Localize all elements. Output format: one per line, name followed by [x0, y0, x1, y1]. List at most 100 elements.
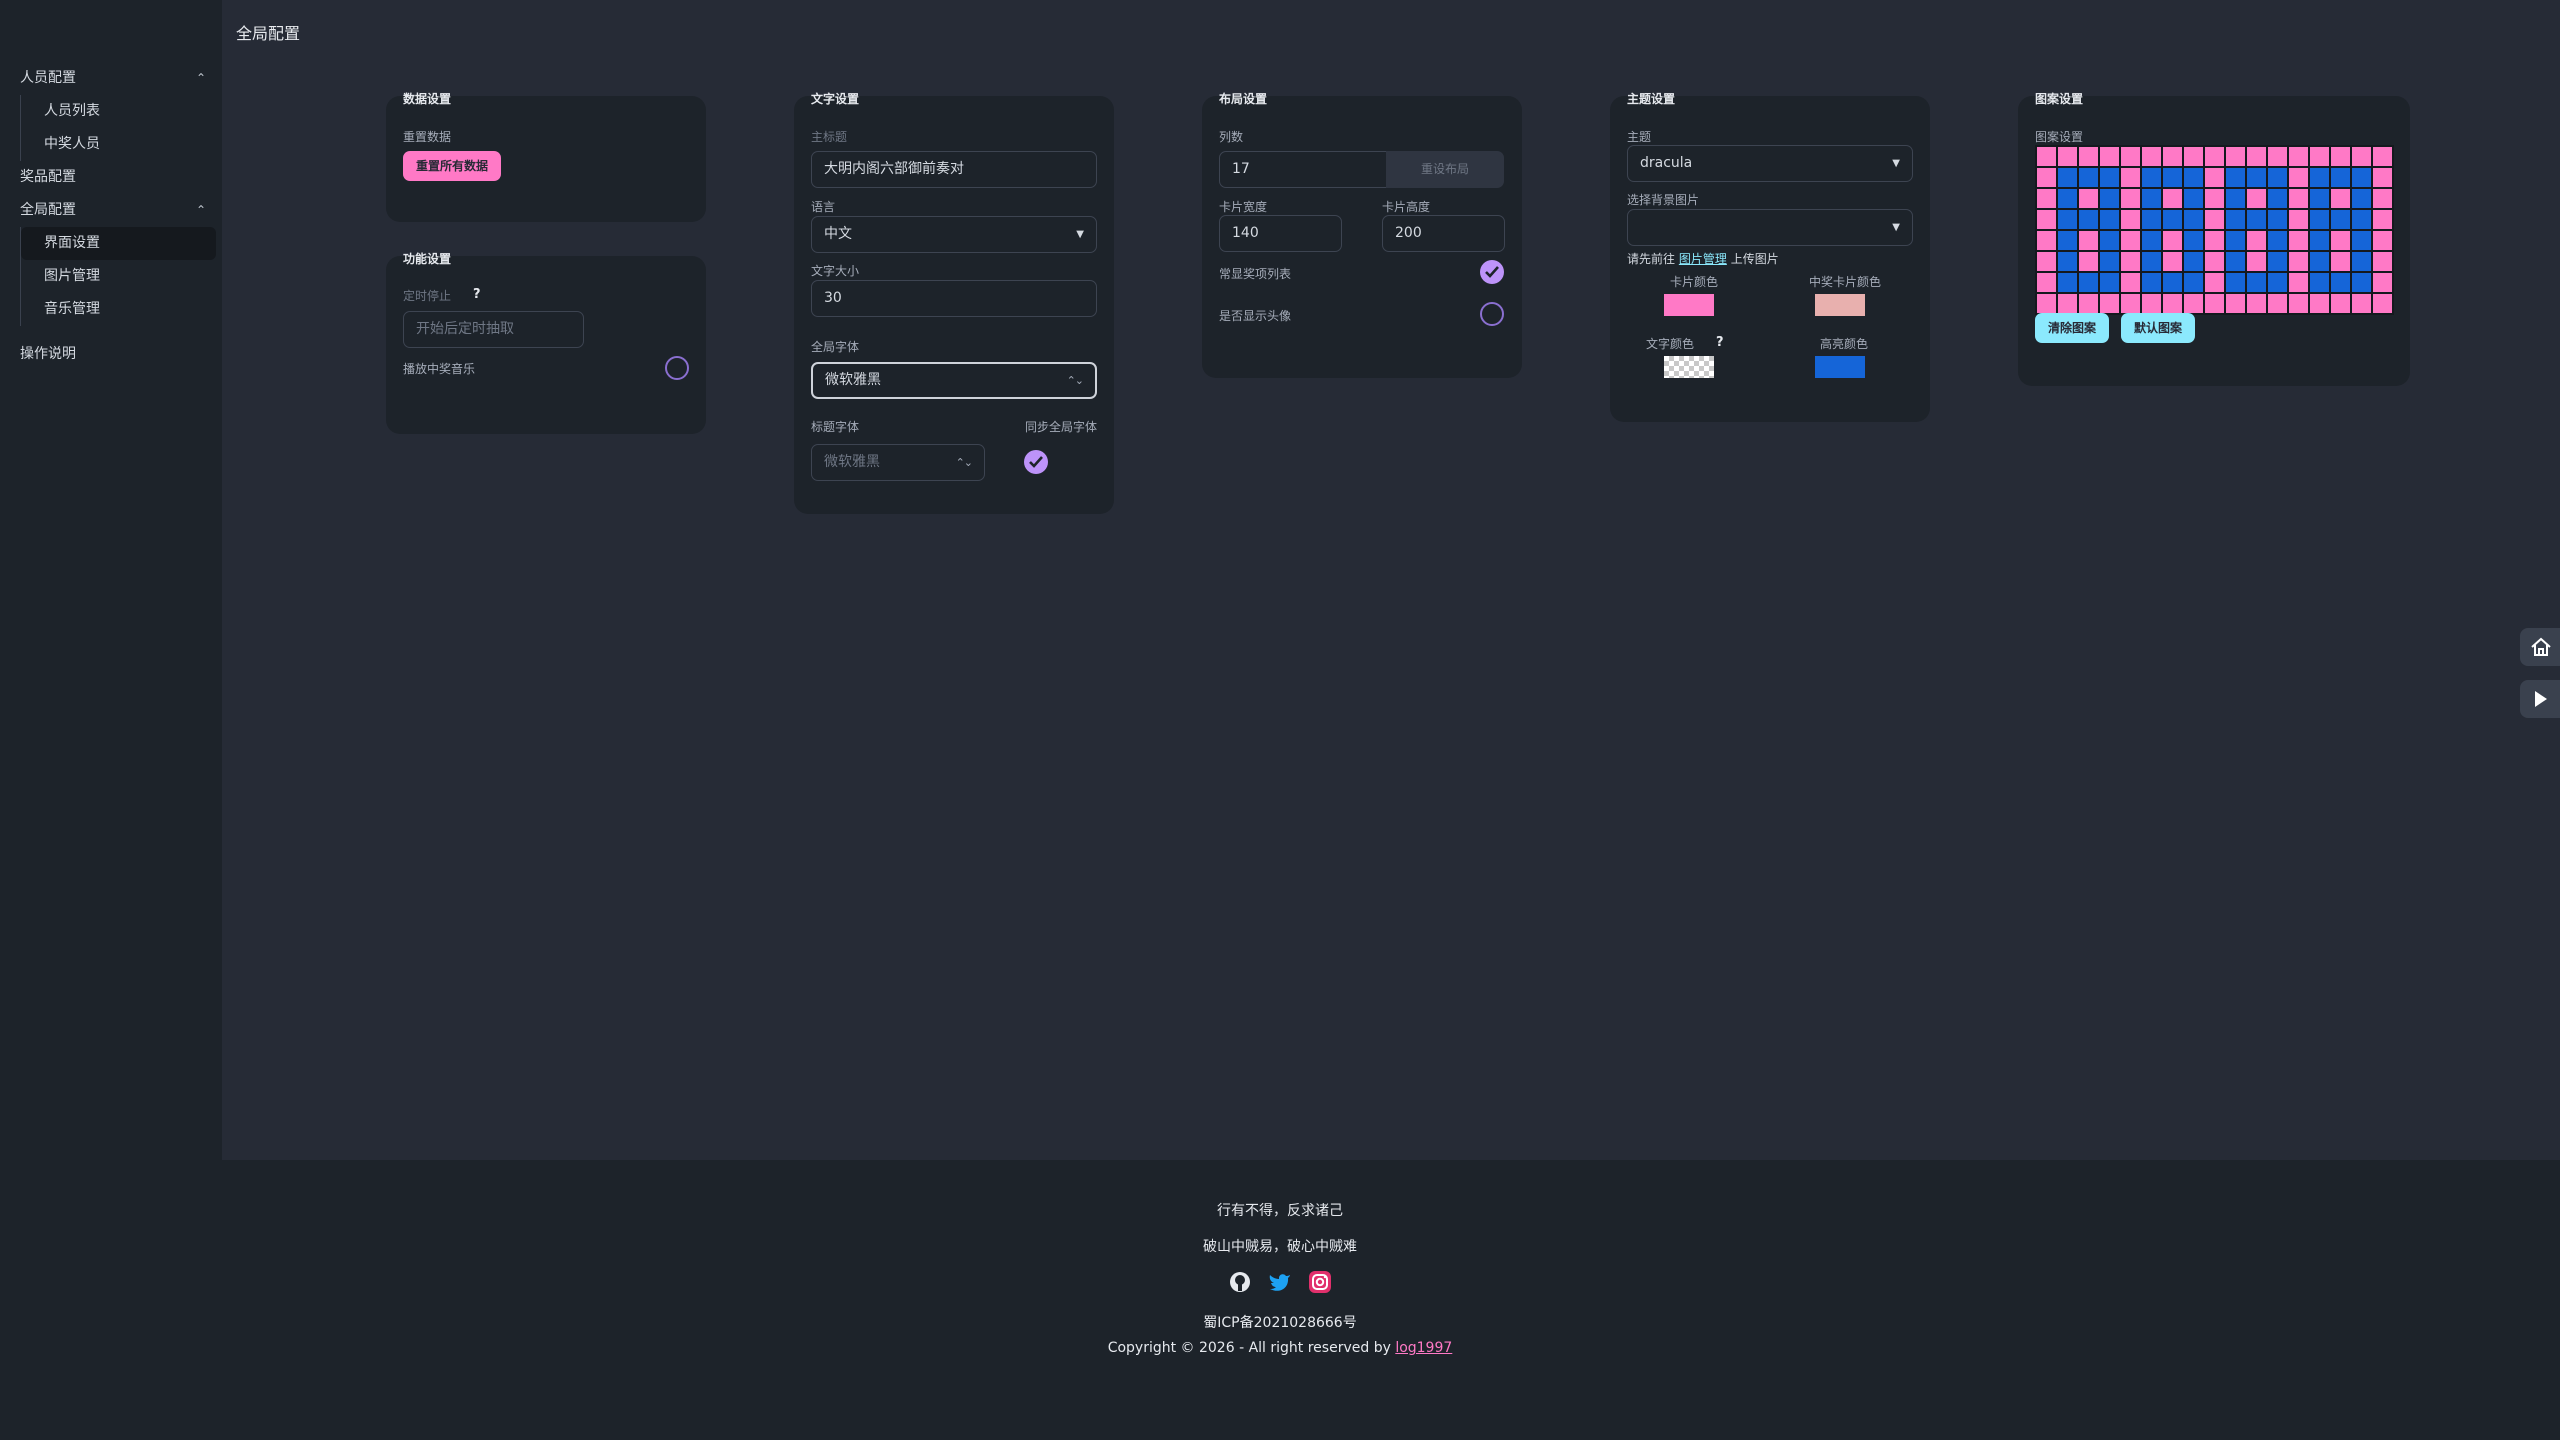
pattern-cell[interactable] [2141, 293, 2162, 314]
author-link[interactable]: log1997 [1395, 1340, 1452, 1356]
pattern-cell[interactable] [2162, 188, 2183, 209]
pattern-cell[interactable] [2099, 209, 2120, 230]
pattern-cell[interactable] [2267, 293, 2288, 314]
pattern-cell[interactable] [2225, 293, 2246, 314]
pattern-cell[interactable] [2246, 272, 2267, 293]
pattern-cell[interactable] [2120, 293, 2141, 314]
pattern-cell[interactable] [2372, 188, 2393, 209]
pattern-cell[interactable] [2309, 293, 2330, 314]
timer-stop-input[interactable]: 开始后定时抽取 [403, 311, 584, 348]
pattern-cell[interactable] [2057, 272, 2078, 293]
pattern-cell[interactable] [2225, 251, 2246, 272]
menu-group-prizes[interactable]: 奖品配置 [0, 161, 222, 194]
pattern-cell[interactable] [2078, 167, 2099, 188]
sync-font-toggle[interactable] [1024, 450, 1048, 474]
pattern-cell[interactable] [2246, 230, 2267, 251]
pattern-cell[interactable] [2099, 293, 2120, 314]
pattern-cell[interactable] [2162, 293, 2183, 314]
pattern-cell[interactable] [2267, 146, 2288, 167]
pattern-cell[interactable] [2057, 293, 2078, 314]
pattern-cell[interactable] [2204, 272, 2225, 293]
pattern-cell[interactable] [2288, 188, 2309, 209]
pattern-cell[interactable] [2246, 188, 2267, 209]
pattern-cell[interactable] [2183, 293, 2204, 314]
pattern-cell[interactable] [2183, 272, 2204, 293]
pattern-cell[interactable] [2099, 272, 2120, 293]
pattern-cell[interactable] [2141, 209, 2162, 230]
pattern-cell[interactable] [2204, 230, 2225, 251]
pattern-cell[interactable] [2162, 272, 2183, 293]
pattern-cell[interactable] [2288, 251, 2309, 272]
pattern-cell[interactable] [2309, 188, 2330, 209]
win-card-color-swatch[interactable] [1815, 294, 1865, 316]
pattern-cell[interactable] [2372, 209, 2393, 230]
theme-select[interactable]: dracula ▼ [1627, 145, 1913, 182]
pattern-cell[interactable] [2225, 272, 2246, 293]
reset-all-data-button[interactable]: 重置所有数据 [403, 151, 501, 181]
help-question-icon[interactable]: ? [473, 287, 481, 302]
pattern-cell[interactable] [2162, 167, 2183, 188]
pattern-cell[interactable] [2372, 251, 2393, 272]
play-button[interactable] [2520, 680, 2560, 718]
pattern-cell[interactable] [2309, 272, 2330, 293]
reset-layout-button[interactable]: 重设布局 [1386, 151, 1504, 188]
pattern-cell[interactable] [2183, 251, 2204, 272]
pattern-cell[interactable] [2288, 146, 2309, 167]
pattern-cell[interactable] [2372, 230, 2393, 251]
pattern-cell[interactable] [2351, 146, 2372, 167]
pattern-cell[interactable] [2120, 251, 2141, 272]
clear-pattern-button[interactable]: 清除图案 [2035, 313, 2109, 343]
pattern-cell[interactable] [2162, 230, 2183, 251]
pattern-cell[interactable] [2183, 188, 2204, 209]
pattern-cell[interactable] [2288, 209, 2309, 230]
pattern-cell[interactable] [2267, 167, 2288, 188]
pattern-cell[interactable] [2330, 146, 2351, 167]
language-select[interactable]: 中文 ▼ [811, 216, 1097, 253]
pattern-cell[interactable] [2120, 272, 2141, 293]
pattern-cell[interactable] [2204, 293, 2225, 314]
pattern-cell[interactable] [2246, 293, 2267, 314]
github-icon[interactable] [1228, 1270, 1254, 1296]
pattern-cell[interactable] [2309, 209, 2330, 230]
pattern-cell[interactable] [2351, 272, 2372, 293]
pattern-cell[interactable] [2057, 209, 2078, 230]
pattern-cell[interactable] [2246, 167, 2267, 188]
help-question-icon[interactable]: ? [1716, 335, 1724, 350]
card-color-swatch[interactable] [1664, 294, 1714, 316]
pattern-cell[interactable] [2120, 146, 2141, 167]
pattern-cell[interactable] [2351, 188, 2372, 209]
pattern-cell[interactable] [2204, 167, 2225, 188]
pattern-cell[interactable] [2099, 251, 2120, 272]
pattern-cell[interactable] [2204, 146, 2225, 167]
pattern-cell[interactable] [2036, 251, 2057, 272]
pattern-cell[interactable] [2057, 230, 2078, 251]
pattern-cell[interactable] [2288, 272, 2309, 293]
highlight-color-swatch[interactable] [1815, 356, 1865, 378]
pattern-cell[interactable] [2267, 272, 2288, 293]
pattern-cell[interactable] [2225, 230, 2246, 251]
menu-group-help[interactable]: 操作说明 [0, 338, 222, 371]
pattern-cell[interactable] [2288, 167, 2309, 188]
pattern-cell[interactable] [2267, 251, 2288, 272]
pattern-cell[interactable] [2099, 146, 2120, 167]
columns-input[interactable]: 17 [1219, 151, 1387, 188]
pattern-cell[interactable] [2288, 293, 2309, 314]
sidebar-item-images[interactable]: 图片管理 [21, 260, 216, 293]
pattern-cell[interactable] [2246, 251, 2267, 272]
pattern-cell[interactable] [2372, 272, 2393, 293]
pattern-cell[interactable] [2078, 251, 2099, 272]
sidebar-item-person-list[interactable]: 人员列表 [21, 95, 216, 128]
pattern-cell[interactable] [2351, 230, 2372, 251]
pattern-cell[interactable] [2162, 146, 2183, 167]
pattern-cell[interactable] [2330, 251, 2351, 272]
pattern-cell[interactable] [2141, 230, 2162, 251]
pattern-cell[interactable] [2330, 272, 2351, 293]
pattern-cell[interactable] [2225, 146, 2246, 167]
pattern-cell[interactable] [2183, 146, 2204, 167]
pattern-cell[interactable] [2204, 188, 2225, 209]
pattern-cell[interactable] [2225, 209, 2246, 230]
pattern-cell[interactable] [2057, 188, 2078, 209]
pattern-cell[interactable] [2141, 251, 2162, 272]
pattern-cell[interactable] [2225, 188, 2246, 209]
pattern-cell[interactable] [2120, 230, 2141, 251]
